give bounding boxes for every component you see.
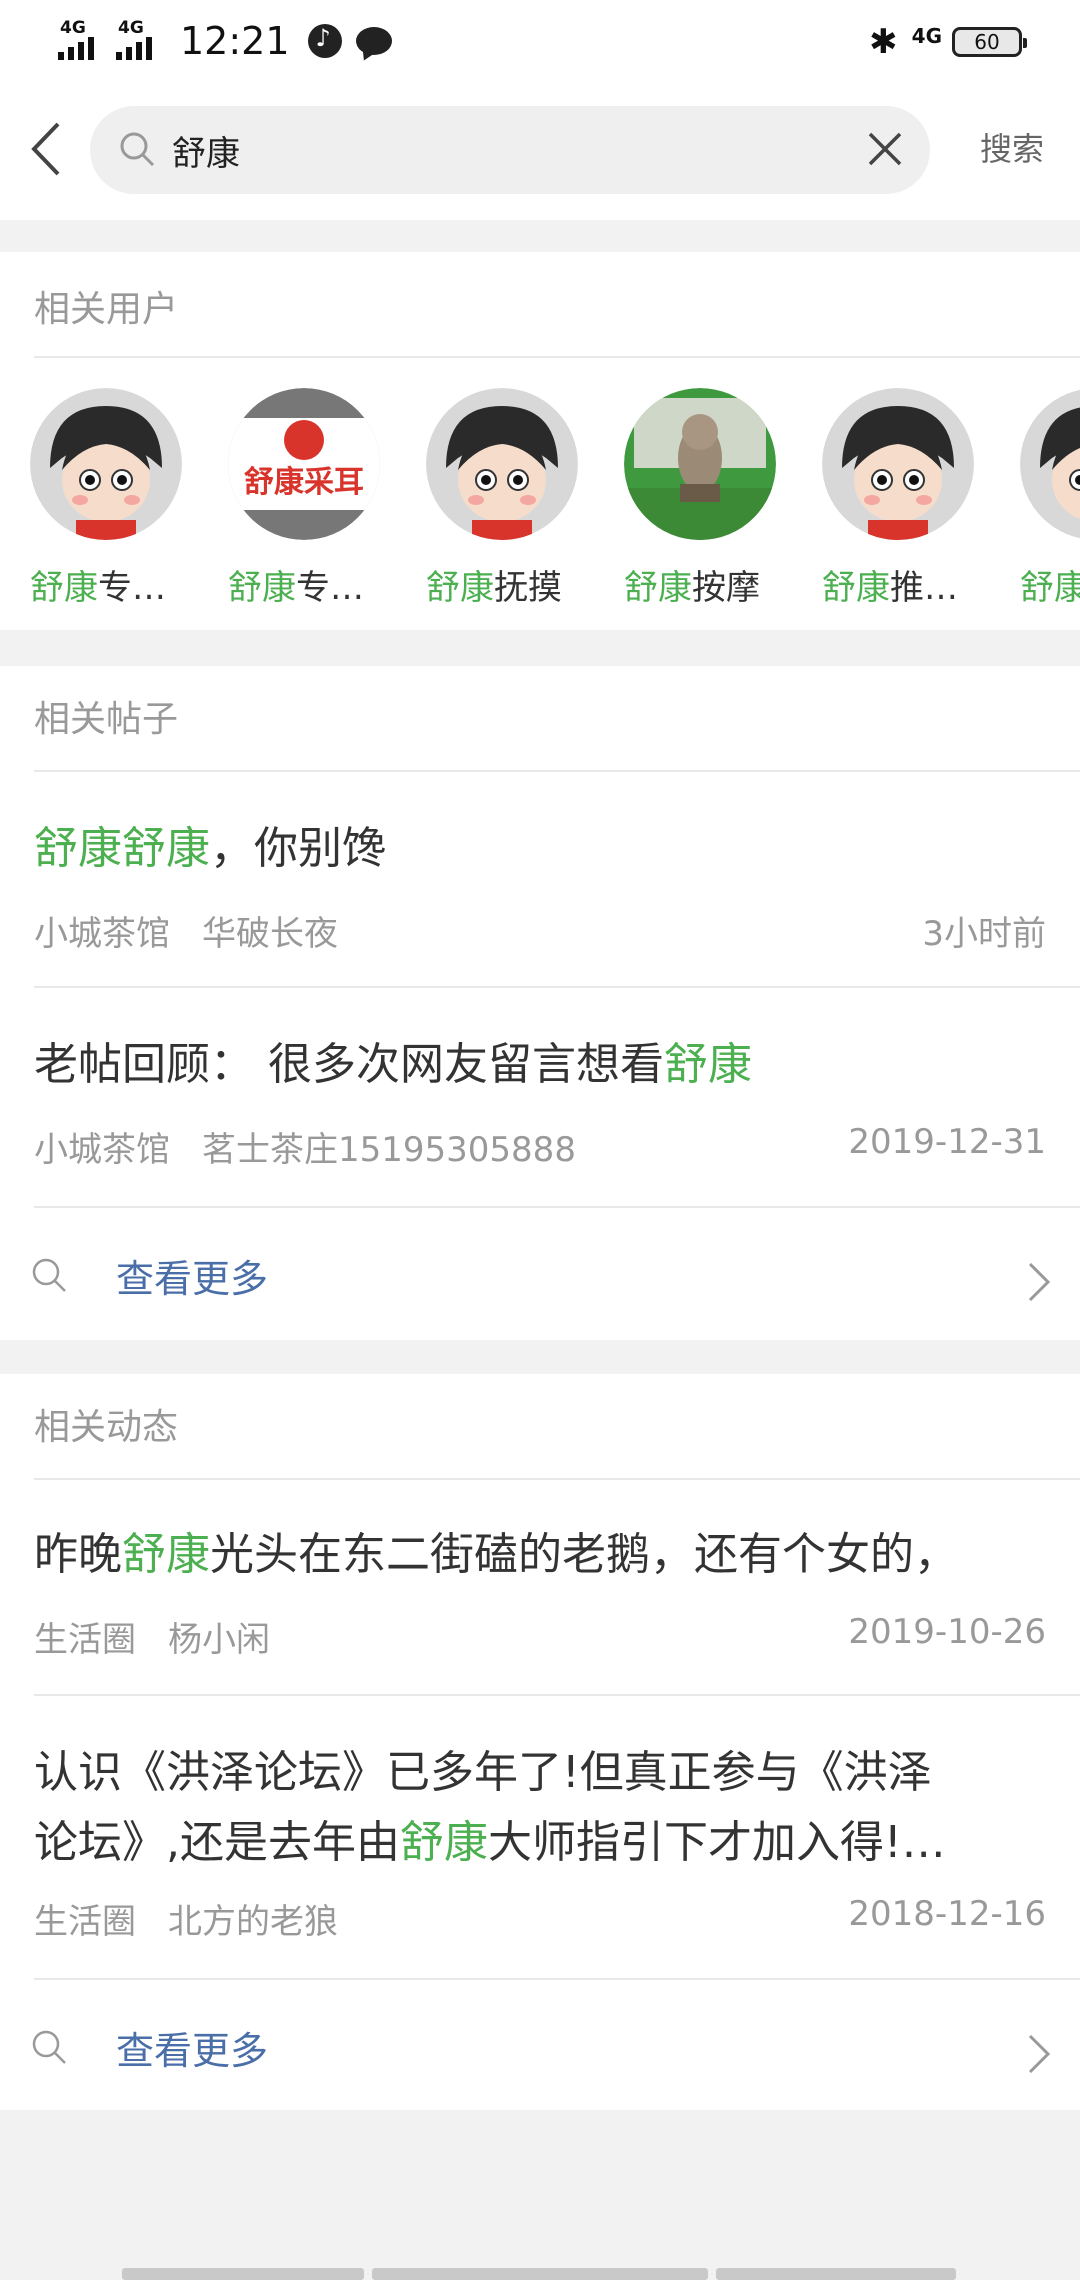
post-board: 小城茶馆 xyxy=(34,1130,170,1170)
chevron-right-icon xyxy=(1028,1262,1051,1302)
user-name: 舒康推… xyxy=(822,568,958,608)
feed-meta: 生活圈 杨小闲 xyxy=(34,1612,270,1661)
avatar xyxy=(624,388,776,540)
search-icon xyxy=(32,1258,66,1292)
avatar xyxy=(822,388,974,540)
feed-author: 杨小闲 xyxy=(168,1620,270,1660)
section-title-users: 相关用户 xyxy=(34,289,179,330)
clock: 12:21 xyxy=(180,19,290,63)
signal-label-1: 4G xyxy=(60,18,86,38)
post-title: 老帖回顾： 很多次网友留言想看舒康 xyxy=(34,1039,752,1090)
feed-board: 生活圈 xyxy=(34,1620,136,1660)
signal-icon: 4G xyxy=(116,18,168,62)
feed-author: 北方的老狼 xyxy=(168,1902,338,1942)
divider xyxy=(34,1694,1080,1696)
view-more-posts-button[interactable]: 查看更多 xyxy=(0,1208,1080,1338)
nav-hint-bar xyxy=(716,2268,956,2280)
section-title-posts: 相关帖子 xyxy=(34,699,179,740)
bluetooth-icon: ✱ xyxy=(869,22,898,62)
post-board: 小城茶馆 xyxy=(34,914,170,954)
user-item[interactable]: 舒康抚摸 xyxy=(426,388,606,608)
search-header: 舒康 搜索 xyxy=(0,88,1080,220)
view-more-feed-button[interactable]: 查看更多 xyxy=(0,1980,1080,2110)
feed-date: 2019-10-26 xyxy=(848,1612,1046,1652)
nav-hint-bar xyxy=(372,2268,708,2280)
divider xyxy=(34,1478,1080,1480)
related-posts-card: 相关帖子 舒康舒康，你别馋 小城茶馆 华破长夜 3小时前 老帖回顾： 很多次网友留… xyxy=(0,666,1080,1340)
user-item[interactable]: 舒康采耳 舒康专… xyxy=(228,388,408,608)
nav-hint-bar xyxy=(122,2268,364,2280)
battery-icon: 60 xyxy=(952,27,1027,57)
search-icon xyxy=(120,132,155,167)
chevron-right-icon xyxy=(1028,2034,1051,2074)
avatar xyxy=(426,388,578,540)
music-icon xyxy=(307,24,342,58)
user-name: 舒康 xyxy=(1020,568,1080,608)
user-item[interactable]: 舒康专… xyxy=(30,388,210,608)
post-meta: 小城茶馆 华破长夜 xyxy=(34,906,338,955)
post-date: 2019-12-31 xyxy=(848,1122,1046,1162)
feed-board: 生活圈 xyxy=(34,1902,136,1942)
signal-label-2: 4G xyxy=(118,18,144,38)
user-name: 舒康专… xyxy=(228,568,364,608)
status-bar: 4G 4G 12:21 ✱ 4G 60 xyxy=(0,0,1080,88)
post-date: 3小时前 xyxy=(922,914,1046,954)
divider xyxy=(34,356,1080,358)
post-author: 茗士茶庄15195305888 xyxy=(202,1130,576,1170)
avatar: 舒康采耳 xyxy=(228,388,380,540)
user-item[interactable]: 舒康推… xyxy=(822,388,1002,608)
section-title-feed: 相关动态 xyxy=(34,1407,179,1448)
feed-text: 昨晚舒康光头在东二街磕的老鹅，还有个女的， xyxy=(34,1529,958,1580)
avatar xyxy=(30,388,182,540)
clear-icon[interactable] xyxy=(864,128,906,170)
user-name: 舒康专… xyxy=(30,568,166,608)
signal-icon: 4G xyxy=(58,18,110,62)
view-more-label: 查看更多 xyxy=(116,1257,269,1301)
search-icon xyxy=(32,2030,66,2064)
feed-date: 2018-12-16 xyxy=(848,1894,1046,1934)
chat-bubble-icon xyxy=(355,27,392,55)
post-title: 舒康舒康，你别馋 xyxy=(34,823,386,874)
related-feed-card: 相关动态 昨晚舒康光头在东二街磕的老鹅，还有个女的， 生活圈 杨小闲 2019-1… xyxy=(0,1374,1080,2110)
view-more-label: 查看更多 xyxy=(116,2029,269,2073)
user-name: 舒康抚摸 xyxy=(426,568,562,608)
battery-level: 60 xyxy=(974,30,1000,54)
post-meta: 小城茶馆 茗士茶庄15195305888 xyxy=(34,1122,576,1171)
search-button[interactable]: 搜索 xyxy=(980,124,1044,170)
search-input[interactable]: 舒康 xyxy=(90,106,930,194)
divider xyxy=(34,770,1080,772)
user-list: 舒康专… 舒康采耳 舒康专… 舒康抚摸 舒康按摩 舒康推… 舒康 xyxy=(0,388,1080,608)
feed-meta: 生活圈 北方的老狼 xyxy=(34,1894,338,1943)
feed-text-line1: 认识《洪泽论坛》已多年了!但真正参与《洪泽 xyxy=(34,1747,932,1798)
network-type: 4G xyxy=(911,24,942,48)
logo-text: 舒康采耳 xyxy=(244,465,364,500)
user-item[interactable]: 舒康按摩 xyxy=(624,388,804,608)
back-button[interactable] xyxy=(24,118,72,180)
user-name: 舒康按摩 xyxy=(624,568,760,608)
chevron-left-icon xyxy=(31,122,60,176)
post-author: 华破长夜 xyxy=(202,914,338,954)
avatar xyxy=(1020,388,1080,540)
related-users-card: 相关用户 舒康专… 舒康采耳 舒康专… 舒康抚摸 舒康按摩 舒康推… 舒康 xyxy=(0,252,1080,630)
divider xyxy=(34,986,1080,988)
feed-text-line2: 论坛》,还是去年由舒康大师指引下才加入得!… xyxy=(34,1817,946,1868)
search-query: 舒康 xyxy=(172,134,240,174)
user-item[interactable]: 舒康 xyxy=(1020,388,1080,608)
